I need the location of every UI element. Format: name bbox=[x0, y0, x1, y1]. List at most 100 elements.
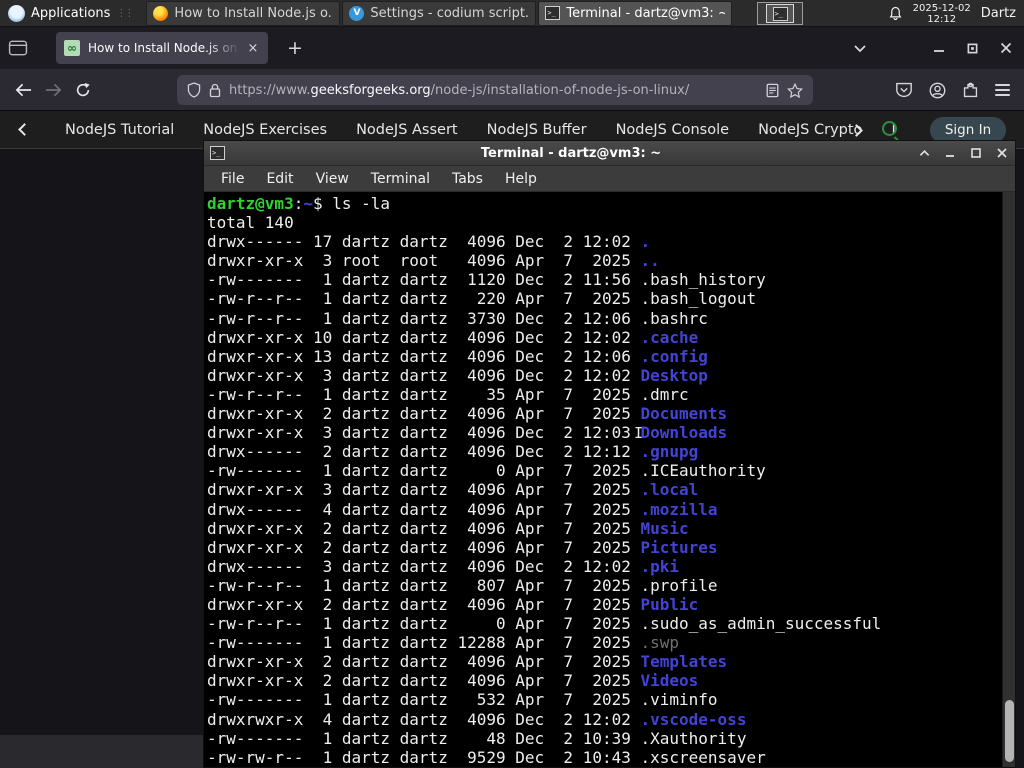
terminal-listing-line: drwxrwxr-x 4 dartz dartz 4096 Dec 2 12:0… bbox=[207, 709, 747, 729]
terminal-titlebar[interactable]: >_ Terminal - dartz@vm3: ~ bbox=[204, 141, 1015, 166]
url-prefix: https://www. bbox=[229, 82, 311, 98]
terminal-listing-line: drwx------ 17 dartz dartz 4096 Dec 2 12:… bbox=[207, 232, 651, 252]
terminal-content[interactable]: dartz@vm3:~$ ls -la total 140 drwx------… bbox=[204, 192, 1015, 767]
terminal-listing-line: -rw-r--r-- 1 dartz dartz 0 Apr 7 2025 .s… bbox=[207, 614, 882, 634]
system-tray: 2025-12-02 12:12 Dartz bbox=[888, 0, 1024, 27]
tracking-protection-shield-icon[interactable] bbox=[187, 82, 201, 98]
new-tab-button[interactable]: + bbox=[282, 35, 308, 61]
file-name: .. bbox=[640, 251, 660, 271]
browser-tab-active[interactable]: ∞ How to Install Node.js on × bbox=[56, 32, 268, 64]
reader-mode-icon[interactable] bbox=[766, 83, 779, 98]
nav-link[interactable]: NodeJS Crypto bbox=[758, 122, 862, 138]
url-text[interactable]: https://www.geeksforgeeks.org/node-js/in… bbox=[229, 83, 758, 98]
terminal-total-line: total 140 bbox=[207, 213, 294, 233]
reload-button[interactable] bbox=[68, 75, 98, 105]
maximize-icon[interactable] bbox=[969, 146, 983, 160]
taskbar-window-button[interactable]: How to Install Node.js o... bbox=[146, 0, 341, 26]
file-name: Documents bbox=[640, 404, 728, 424]
file-name: .xscreensaver bbox=[640, 747, 766, 767]
file-name: .profile bbox=[640, 575, 718, 595]
close-icon[interactable] bbox=[1000, 42, 1012, 54]
webpage-footer-band bbox=[0, 735, 203, 768]
maximize-icon[interactable] bbox=[967, 43, 978, 54]
menu-hamburger-icon[interactable] bbox=[995, 84, 1010, 96]
extensions-icon[interactable] bbox=[962, 82, 979, 99]
file-name: Templates bbox=[640, 652, 728, 672]
terminal-listing-line: -rw-r--r-- 1 dartz dartz 220 Apr 7 2025 … bbox=[207, 289, 757, 309]
file-name: .Xauthority bbox=[640, 728, 747, 748]
nav-link[interactable]: NodeJS Console bbox=[616, 122, 730, 138]
applications-menu-button[interactable]: Applications ⋮⋮ bbox=[0, 0, 146, 27]
tab-close-icon[interactable]: × bbox=[244, 39, 262, 57]
codium-icon: V bbox=[349, 5, 365, 21]
file-name: .cache bbox=[640, 327, 699, 347]
terminal-menu-view[interactable]: View bbox=[307, 169, 358, 189]
file-name: .ICEauthority bbox=[640, 461, 766, 481]
file-name: .vscode-oss bbox=[640, 709, 747, 729]
taskbar-window-button[interactable]: >_ Terminal - dartz@vm3: ~ bbox=[538, 0, 733, 26]
terminal-scrollbar[interactable] bbox=[1002, 192, 1015, 767]
file-name: .mozilla bbox=[640, 499, 718, 519]
nav-link[interactable]: NodeJS Buffer bbox=[487, 122, 587, 138]
forward-button[interactable] bbox=[38, 75, 68, 105]
lock-icon[interactable] bbox=[209, 83, 221, 98]
terminal-listing-line: drwx------ 4 dartz dartz 4096 Apr 7 2025… bbox=[207, 499, 718, 519]
tab-title-fade bbox=[206, 32, 240, 64]
terminal-listing-line: drwxr-xr-x 2 dartz dartz 4096 Apr 7 2025… bbox=[207, 518, 689, 538]
terminal-menu-tabs[interactable]: Tabs bbox=[443, 169, 492, 189]
nav-link[interactable]: NodeJS Tutorial bbox=[65, 122, 174, 138]
terminal-menu-help[interactable]: Help bbox=[496, 169, 546, 189]
list-all-tabs-icon[interactable] bbox=[853, 44, 867, 53]
terminal-menu-terminal[interactable]: Terminal bbox=[362, 169, 439, 189]
terminal-menu-edit[interactable]: Edit bbox=[257, 169, 302, 189]
file-name: Music bbox=[640, 518, 689, 538]
terminal-listing-line: drwx------ 3 dartz dartz 4096 Dec 2 12:0… bbox=[207, 556, 680, 576]
minimize-icon[interactable] bbox=[943, 146, 957, 160]
terminal-scrollbar-thumb[interactable] bbox=[1005, 700, 1014, 762]
terminal-listing-line: -rw------- 1 dartz dartz 532 Apr 7 2025 … bbox=[207, 690, 718, 710]
taskbar-window-button[interactable]: V Settings - codium script... bbox=[342, 0, 537, 26]
prompt-command: $ ls -la bbox=[312, 194, 391, 213]
file-name: .sudo_as_admin_successful bbox=[640, 614, 882, 634]
nav-link[interactable]: NodeJS Assert bbox=[356, 122, 458, 138]
window-controls bbox=[853, 27, 1024, 69]
url-bar[interactable]: https://www.geeksforgeeks.org/node-js/in… bbox=[177, 75, 813, 105]
clock[interactable]: 2025-12-02 12:12 bbox=[913, 3, 971, 25]
taskbar-windows: How to Install Node.js o... V Settings - c… bbox=[146, 0, 733, 27]
terminal-listing-line: -rw------- 1 dartz dartz 12288 Apr 7 202… bbox=[207, 633, 680, 653]
back-button[interactable] bbox=[8, 75, 38, 105]
shade-window-icon[interactable] bbox=[917, 146, 931, 160]
terminal-icon: >_ bbox=[772, 6, 788, 21]
prompt-colon: : bbox=[293, 194, 304, 213]
terminal-listing-line: drwxr-xr-x 2 dartz dartz 4096 Apr 7 2025… bbox=[207, 671, 699, 691]
account-icon[interactable] bbox=[929, 82, 946, 99]
site-nav-links: NodeJS Tutorial NodeJS Exercises NodeJS As… bbox=[65, 122, 895, 138]
pocket-icon[interactable] bbox=[895, 82, 913, 98]
nav-link[interactable]: NodeJS Exercises bbox=[203, 122, 327, 138]
close-icon[interactable] bbox=[995, 146, 1009, 160]
notification-bell-icon[interactable] bbox=[888, 6, 903, 21]
minimize-icon[interactable] bbox=[933, 42, 945, 54]
user-menu[interactable]: Dartz bbox=[981, 6, 1016, 21]
file-name: .config bbox=[640, 346, 708, 366]
nav-scroll-left-icon[interactable] bbox=[18, 123, 31, 136]
bookmark-star-icon[interactable] bbox=[787, 82, 803, 98]
terminal-listing-line: drwxr-xr-x 3 dartz dartz 4096 Apr 7 2025… bbox=[207, 480, 699, 500]
file-name: .dmrc bbox=[640, 384, 689, 404]
terminal-menu-file[interactable]: File bbox=[212, 169, 253, 189]
panel-grip: ⋮⋮ bbox=[116, 7, 134, 19]
file-name: . bbox=[640, 232, 651, 252]
terminal-listing-line: drwxr-xr-x 2 dartz dartz 4096 Apr 7 2025… bbox=[207, 404, 728, 424]
prompt-cwd: ~ bbox=[303, 194, 313, 213]
file-name: Videos bbox=[640, 671, 699, 691]
applications-menu-label: Applications bbox=[31, 5, 111, 21]
file-name: .bash_logout bbox=[640, 289, 757, 309]
terminal-listing-line: -rw------- 1 dartz dartz 1120 Dec 2 11:5… bbox=[207, 270, 766, 290]
prompt-user-host: dartz@vm3 bbox=[207, 194, 294, 213]
firefox-view-icon[interactable] bbox=[8, 40, 28, 56]
xfce-logo-icon bbox=[8, 4, 25, 22]
terminal-listing: drwx------ 17 dartz dartz 4096 Dec 2 12:… bbox=[207, 232, 1015, 767]
text-cursor-ibeam: I bbox=[634, 424, 644, 442]
search-icon[interactable] bbox=[882, 121, 897, 136]
workspace-switcher[interactable]: >_ bbox=[757, 2, 803, 25]
